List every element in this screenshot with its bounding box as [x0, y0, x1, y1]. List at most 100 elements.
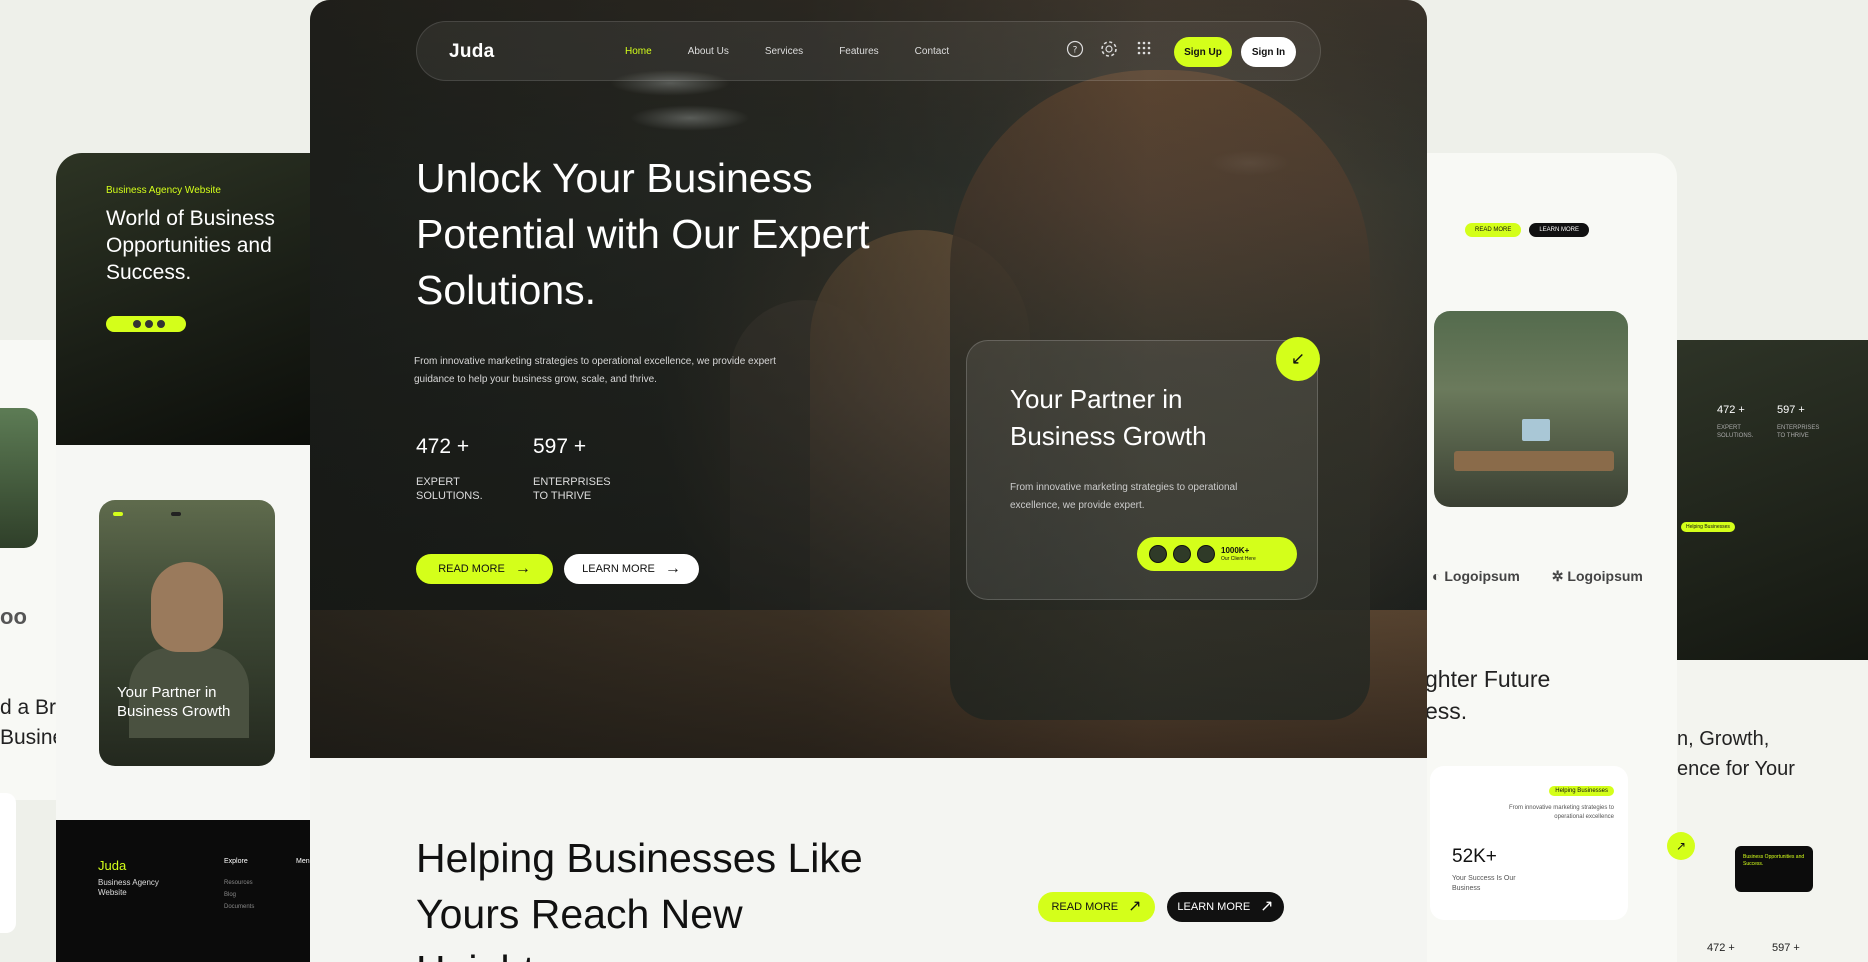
right-preview-learn-more-button[interactable]: LEARN MORE	[1529, 223, 1590, 237]
hero-stat-solutions: 472 + EXPERT SOLUTIONS.	[416, 435, 506, 503]
right-preview-stat-description: From innovative marketing strategies to …	[1508, 805, 1614, 820]
partner-card: Your Partner in Business Growth From inn…	[966, 340, 1318, 600]
arrow-right-icon: →	[664, 560, 681, 577]
read-more-label: READ MORE	[438, 563, 505, 575]
far-left-preview-box	[0, 793, 16, 933]
right-preview-logos: ◐ Logoipsum ✲ Logoipsum	[1432, 568, 1643, 585]
far-right-text-line-1: n, Growth,	[1677, 728, 1770, 750]
read-more-label: READ MORE	[1051, 901, 1119, 913]
left-preview-photo-title: Your Partner in Business Growth	[117, 684, 231, 720]
far-right-stat-2: 597 +	[1777, 404, 1805, 416]
far-right-arrow-icon[interactable]: ↗	[1667, 832, 1695, 860]
stat-value: 472 +	[416, 435, 470, 458]
far-right-text: n, Growth, ence for Your	[1677, 724, 1795, 784]
nav-link-about[interactable]: About Us	[688, 46, 729, 57]
left-preview-clients-pill	[106, 316, 186, 332]
far-right-preview-dark: 472 + EXPERT SOLUTIONS. 597 + ENTERPRISE…	[1677, 340, 1868, 660]
left-preview-photo-tag-2	[171, 512, 181, 516]
stat-value: 597 +	[533, 435, 587, 458]
left-preview-photo-tag	[113, 512, 123, 516]
sign-up-button[interactable]: Sign Up	[1174, 37, 1232, 67]
left-footer-description: Business Agency Website	[98, 878, 159, 897]
clients-info: 1000K+ Our Client Here	[1221, 546, 1256, 562]
far-right-tag: Helping Businesses	[1681, 522, 1735, 532]
far-left-preview-image	[0, 408, 38, 548]
hero-learn-more-button[interactable]: LEARN MORE →	[564, 554, 699, 584]
right-preview-text-line-1: ghter Future	[1425, 666, 1551, 692]
far-right-bottom-stat-1: 472 +	[1707, 942, 1735, 954]
right-preview-read-more-button[interactable]: READ MORE	[1465, 223, 1522, 237]
learn-more-label: LEARN MORE	[1177, 901, 1251, 913]
hero-title: Unlock Your Business Potential with Our …	[416, 155, 870, 313]
left-preview-tag: Business Agency Website	[106, 185, 221, 196]
main-preview-page: Juda Home About Us Services Features Con…	[310, 0, 1427, 962]
grid-icon[interactable]	[1133, 40, 1155, 62]
hero-stat-enterprises: 597 + ENTERPRISES TO THRIVE	[533, 435, 623, 503]
clients-pill[interactable]: 1000K+ Our Client Here	[1137, 537, 1297, 571]
left-preview-person-face	[151, 562, 223, 652]
right-preview-stat-value: 52K+	[1452, 846, 1497, 867]
right-preview-office-photo	[1434, 311, 1628, 507]
hero-description: From innovative marketing strategies to …	[414, 356, 776, 385]
arrow-up-right-icon: ↗	[1260, 898, 1274, 915]
arrow-right-icon: →	[514, 560, 531, 577]
clients-count: 1000K+	[1221, 546, 1250, 555]
left-footer-link[interactable]: Resources	[224, 880, 253, 886]
section-learn-more-button[interactable]: LEARN MORE ↗	[1167, 892, 1284, 922]
client-avatar	[1149, 545, 1167, 563]
left-preview-avatars	[126, 319, 166, 329]
section-read-more-button[interactable]: READ MORE ↗	[1038, 892, 1155, 922]
client-avatar	[1197, 545, 1215, 563]
arrow-up-right-icon: ↗	[1128, 898, 1142, 915]
nav-link-services[interactable]: Services	[765, 46, 803, 57]
hero-section: Juda Home About Us Services Features Con…	[310, 0, 1427, 758]
section-title: Helping Businesses Like Yours Reach New …	[416, 835, 863, 962]
left-footer-col-explore: Explore	[224, 858, 248, 865]
right-preview-stat-card: Helping Businesses From innovative marke…	[1430, 766, 1628, 920]
far-right-stat-2-label: ENTERPRISES TO THRIVE	[1777, 425, 1820, 439]
clients-label: Our Client Here	[1221, 556, 1256, 562]
left-preview-hero: Business Agency Website World of Busines…	[56, 153, 316, 445]
far-right-stat-1: 472 +	[1717, 404, 1745, 416]
left-preview-photo-card: Your Partner in Business Growth	[99, 500, 275, 766]
nav-links: Home About Us Services Features Contact	[625, 46, 985, 57]
right-preview-buttons: READ MORE LEARN MORE	[1465, 223, 1590, 237]
sign-in-button[interactable]: Sign In	[1241, 37, 1296, 67]
right-preview-stat-label: Your Success Is Our Business	[1452, 875, 1516, 892]
left-preview-title: World of Business Opportunities and Succ…	[106, 207, 275, 284]
right-preview-text-line-2: ess.	[1425, 698, 1468, 724]
left-footer-link[interactable]: Documents	[224, 904, 254, 910]
far-right-bottom-stat-2: 597 +	[1772, 942, 1800, 954]
far-left-text-line-1: d a Bri	[0, 696, 61, 719]
stat-label: ENTERPRISES TO THRIVE	[533, 476, 611, 502]
office-monitor	[1522, 419, 1550, 441]
far-right-box: Business Opportunities and Success.	[1735, 846, 1813, 892]
arrow-down-left-icon[interactable]: ↙	[1276, 337, 1320, 381]
far-left-logo-fragment: oo	[0, 604, 27, 629]
nav-link-contact[interactable]: Contact	[915, 46, 949, 57]
client-avatar	[1173, 545, 1191, 563]
far-left-text-line-2: Busine	[0, 726, 65, 749]
nav-link-features[interactable]: Features	[839, 46, 878, 57]
left-footer-brand: Juda	[98, 858, 127, 873]
gear-icon[interactable]	[1098, 40, 1120, 62]
left-preview-footer: Juda Business Agency Website Explore Res…	[56, 820, 316, 962]
far-right-text-line-2: ence for Your	[1677, 758, 1795, 780]
stat-label: EXPERT SOLUTIONS.	[416, 476, 483, 502]
left-footer-link[interactable]: Blog	[224, 892, 236, 898]
far-left-text: d a Bri Busine	[0, 693, 64, 753]
office-table	[1454, 451, 1614, 471]
far-right-preview-white: n, Growth, ence for Your ↗ Business Oppo…	[1667, 660, 1868, 962]
help-circle-icon[interactable]: ?	[1064, 40, 1086, 62]
svg-text:?: ?	[1073, 46, 1078, 56]
far-right-stat-1-label: EXPERT SOLUTIONS.	[1717, 425, 1754, 439]
right-preview-text: ghter Future ess.	[1425, 663, 1550, 727]
logoipsum-logo: ◐ Logoipsum	[1432, 568, 1520, 584]
right-preview-stat-tag: Helping Businesses	[1549, 786, 1614, 796]
brand-logo[interactable]: Juda	[449, 41, 495, 63]
partner-card-description: From innovative marketing strategies to …	[1010, 482, 1238, 511]
hero-read-more-button[interactable]: READ MORE →	[416, 554, 553, 584]
logoipsum-logo: ✲ Logoipsum	[1551, 568, 1643, 584]
partner-card-title: Your Partner in Business Growth	[1010, 384, 1207, 451]
nav-link-home[interactable]: Home	[625, 46, 652, 57]
